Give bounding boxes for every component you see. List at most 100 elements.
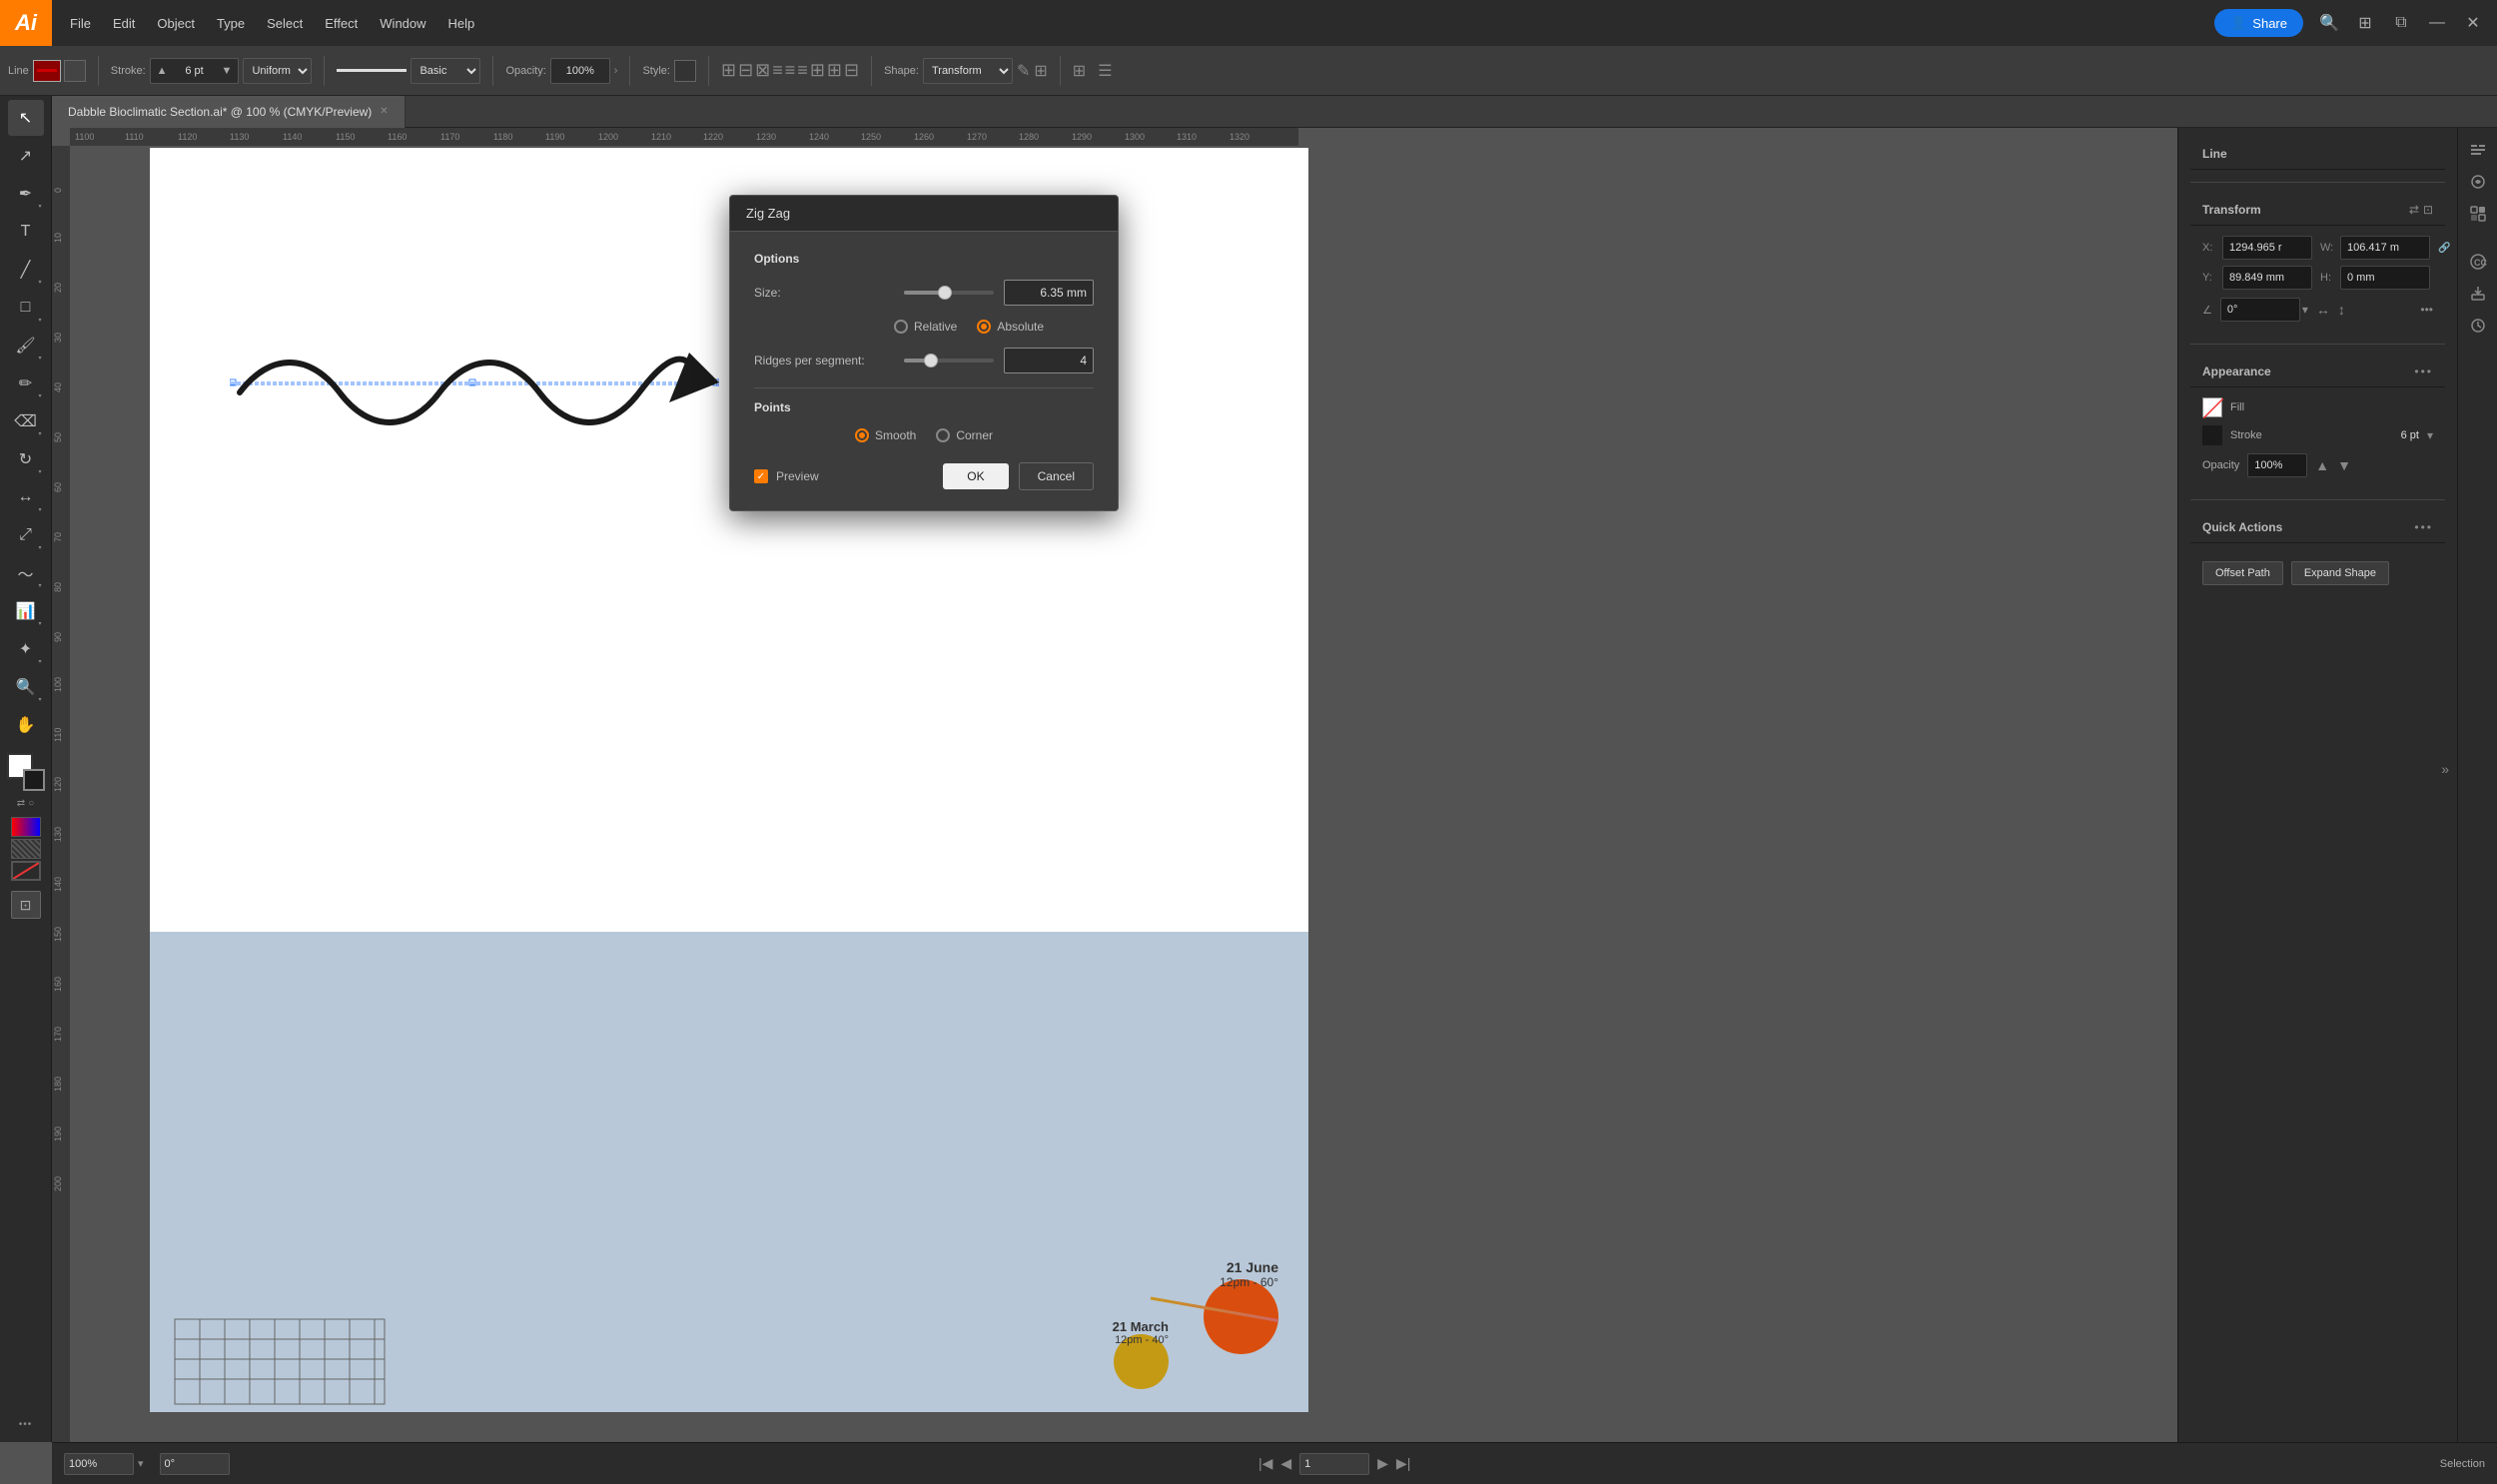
cc-libraries-icon[interactable]: CC (2464, 248, 2492, 276)
relative-option[interactable]: Relative (894, 320, 957, 334)
rotate-tool[interactable]: ↻ ▾ (8, 441, 44, 477)
relative-radio[interactable] (894, 320, 908, 334)
x-input[interactable] (2222, 236, 2312, 260)
corner-option[interactable]: Corner (936, 428, 993, 442)
go-to-start-btn[interactable]: |◀ (1258, 1455, 1272, 1472)
search-icon[interactable]: 🔍 (2315, 9, 2343, 37)
workspace-icon[interactable]: ⊞ (2351, 9, 2379, 37)
quick-actions-more-icon[interactable]: ••• (2414, 520, 2433, 534)
absolute-radio[interactable] (977, 320, 991, 334)
more-options-icon[interactable]: ••• (2420, 303, 2433, 317)
angle-status-input[interactable] (160, 1453, 230, 1475)
scale-tool[interactable]: ⤢ ▾ (8, 517, 44, 553)
w-input[interactable] (2340, 236, 2430, 260)
menu-edit[interactable]: Edit (103, 12, 145, 35)
swap-colors-icon[interactable]: ⇄ (17, 798, 25, 809)
warp-tool[interactable]: 〜 ▾ (8, 555, 44, 591)
pattern-icon[interactable]: ⊞ (1073, 61, 1086, 81)
align-right-icon[interactable]: ⊠ (755, 60, 770, 81)
minimize-icon[interactable]: — (2423, 9, 2451, 37)
absolute-option[interactable]: Absolute (977, 320, 1044, 334)
y-input[interactable] (2222, 266, 2312, 290)
constrain-icon[interactable]: 🔗 (2438, 243, 2450, 254)
tool-options-dots[interactable]: ••• (19, 1418, 33, 1438)
menu-help[interactable]: Help (438, 12, 485, 35)
style-swatch[interactable] (674, 60, 696, 82)
size-slider[interactable] (904, 291, 994, 295)
h-input[interactable] (2340, 266, 2430, 290)
artboard-btn[interactable]: ⊡ (11, 891, 41, 919)
graphic-styles-icon[interactable] (2464, 200, 2492, 228)
default-colors-icon[interactable]: ○ (28, 798, 34, 809)
document-tab[interactable]: Dabble Bioclimatic Section.ai* @ 100 % (… (52, 96, 406, 128)
zoom-tool[interactable]: 🔍 ▾ (8, 669, 44, 705)
color-gradient-icon[interactable] (11, 817, 41, 837)
align-center-icon[interactable]: ⊟ (738, 60, 753, 81)
go-to-end-btn[interactable]: ▶| (1396, 1455, 1410, 1472)
graph-tool[interactable]: 📊 ▾ (8, 593, 44, 629)
next-frame-btn[interactable]: ▶ (1377, 1455, 1388, 1472)
select-tool[interactable]: ↖ (8, 100, 44, 136)
menu-type[interactable]: Type (207, 12, 255, 35)
flip-v-icon[interactable]: ↕ (2338, 302, 2345, 318)
transform-icon1[interactable]: ⇄ (2409, 203, 2419, 217)
ok-button[interactable]: OK (943, 463, 1008, 489)
angle-input[interactable] (2220, 298, 2300, 322)
pen-tool[interactable]: ✒ ▾ (8, 176, 44, 212)
distribute-icon[interactable]: ≡ (772, 60, 783, 81)
stroke-color-swatch[interactable] (33, 60, 61, 82)
stroke-type-select[interactable]: Basic (411, 58, 480, 84)
pencil-tool[interactable]: ✏ ▾ (8, 366, 44, 401)
stroke-value-input[interactable] (170, 65, 220, 77)
restore-icon[interactable]: ⧉ (2387, 9, 2415, 37)
shape-select[interactable]: Transform (923, 58, 1013, 84)
stroke-expand-icon[interactable]: ▾ (2427, 428, 2433, 442)
panel-expand-btn[interactable]: » (2441, 761, 2449, 777)
menu-effect[interactable]: Effect (315, 12, 368, 35)
opacity-expand[interactable]: › (614, 65, 618, 77)
appearance-more-icon[interactable]: ••• (2414, 365, 2433, 378)
opacity-input-panel[interactable] (2247, 453, 2307, 477)
menu-object[interactable]: Object (147, 12, 205, 35)
history-icon[interactable] (2464, 312, 2492, 340)
expand-shape-button[interactable]: Expand Shape (2291, 561, 2389, 585)
zoom-dropdown[interactable]: ▾ (138, 1457, 144, 1470)
opacity-input[interactable] (555, 65, 605, 77)
preview-checkbox[interactable]: ✓ (754, 469, 768, 483)
stroke-style-select[interactable]: Uniform (243, 58, 312, 84)
fill-swatch-panel[interactable] (2202, 397, 2222, 417)
line-tool[interactable]: ╱ ▾ (8, 252, 44, 288)
pattern-fill-icon[interactable] (11, 839, 41, 859)
shape-tool[interactable]: □ ▾ (8, 290, 44, 326)
symbol-tool[interactable]: ✦ ▾ (8, 631, 44, 667)
shape-option-icon[interactable]: ⊞ (1034, 61, 1047, 81)
zoom-input[interactable] (64, 1453, 134, 1475)
smooth-radio[interactable] (855, 428, 869, 442)
distribute3-icon[interactable]: ≡ (797, 60, 808, 81)
fill-swatch[interactable] (64, 60, 86, 82)
transform-icon2[interactable]: ⊡ (2423, 203, 2433, 217)
share-button[interactable]: 👤 Share (2214, 9, 2303, 37)
size-value-input[interactable] (1004, 280, 1094, 306)
ridges-slider[interactable] (904, 359, 994, 363)
flip-h-icon[interactable]: ↔ (2316, 302, 2330, 318)
align-icon4[interactable]: ⊞ (810, 60, 825, 81)
menu-window[interactable]: Window (370, 12, 435, 35)
shape-edit-icon[interactable]: ✎ (1017, 61, 1030, 81)
appearance-icon[interactable] (2464, 168, 2492, 196)
none-fill-icon[interactable] (11, 861, 41, 881)
opacity-arrow-down[interactable]: ▼ (2337, 457, 2351, 473)
align-icon6[interactable]: ⊟ (844, 60, 859, 81)
prev-frame-btn[interactable]: ◀ (1280, 1455, 1291, 1472)
ridges-slider-thumb[interactable] (924, 354, 938, 368)
paint-brush-tool[interactable]: 🖌 ▾ (8, 328, 44, 364)
stroke-swatch-panel[interactable] (2202, 425, 2222, 445)
menu-select[interactable]: Select (257, 12, 313, 35)
angle-dropdown[interactable]: ▾ (2302, 303, 2308, 317)
stroke-up-arrow[interactable]: ▲ (155, 65, 170, 77)
corner-radio[interactable] (936, 428, 950, 442)
type-tool[interactable]: T (8, 214, 44, 250)
properties-icon[interactable] (2464, 136, 2492, 164)
align-left-icon[interactable]: ⊞ (721, 60, 736, 81)
stroke-color-box[interactable] (23, 769, 45, 791)
